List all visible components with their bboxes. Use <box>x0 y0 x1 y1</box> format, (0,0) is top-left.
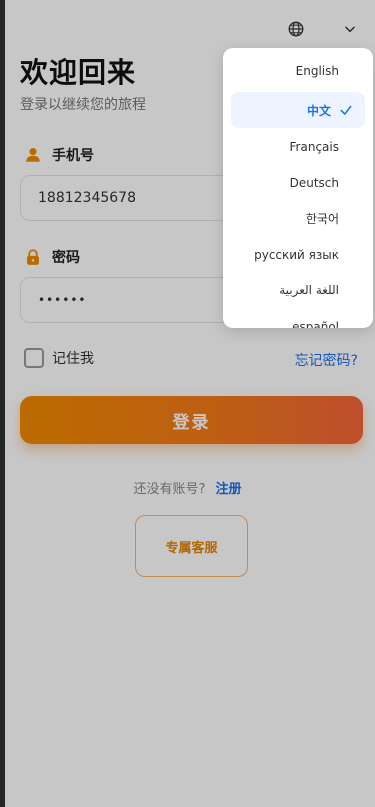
language-option-label: русский язык <box>254 248 339 262</box>
language-option-label: 中文 <box>306 103 331 118</box>
language-option[interactable]: Deutsch <box>231 165 365 201</box>
language-option-label: español <box>292 320 339 328</box>
language-option[interactable]: اللغة العربية <box>231 272 365 308</box>
language-option[interactable]: Français <box>231 129 365 165</box>
language-option[interactable]: español <box>231 309 365 328</box>
language-option-label: Deutsch <box>289 176 339 190</box>
checkmark-icon <box>340 105 352 115</box>
language-option-selected[interactable]: 中文 <box>231 92 365 128</box>
language-option[interactable]: English <box>231 53 365 89</box>
language-option-label: اللغة العربية <box>279 283 339 297</box>
language-option[interactable]: русский язык <box>231 237 365 273</box>
language-option-label: English <box>295 64 339 78</box>
language-option[interactable]: 한국어 <box>231 200 365 236</box>
language-option-label: 한국어 <box>305 211 339 226</box>
language-option-label: Français <box>289 140 339 154</box>
language-dropdown: English 中文 Français Deutsch 한국어 русский … <box>223 48 373 328</box>
